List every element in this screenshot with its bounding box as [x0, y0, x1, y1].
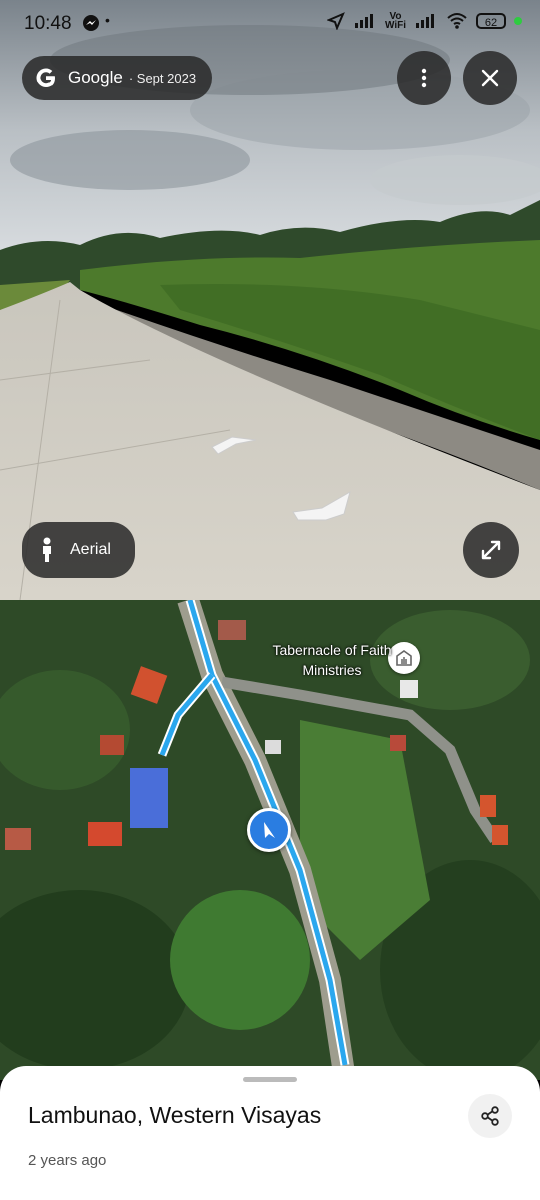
notification-dot-icon: • — [105, 12, 110, 28]
messenger-icon — [83, 15, 99, 31]
status-bar: 10:48 • Vo WiFi 62 — [0, 0, 540, 48]
battery-indicator: 62 — [476, 13, 506, 29]
location-arrow-icon — [326, 12, 345, 30]
close-icon — [481, 69, 499, 87]
satellite-map[interactable]: Tabernacle of Faith Ministries — [0, 600, 540, 1080]
expand-icon — [481, 540, 501, 560]
pegman-icon — [43, 537, 51, 562]
place-bottom-sheet[interactable]: Lambunao, Western Visayas 2 years ago — [0, 1066, 540, 1200]
provider-label: Google — [68, 68, 123, 87]
vowifi-label: Vo WiFi — [384, 11, 406, 31]
aerial-toggle-button[interactable]: Aerial — [22, 522, 135, 578]
current-location-marker — [247, 808, 291, 852]
privacy-indicator-dot — [514, 17, 522, 25]
signal-icon-2 — [416, 14, 434, 28]
close-button[interactable] — [463, 51, 517, 105]
share-button[interactable] — [468, 1094, 512, 1138]
drag-handle[interactable] — [243, 1077, 297, 1082]
more-options-button[interactable] — [397, 51, 451, 105]
aerial-label: Aerial — [70, 541, 111, 558]
google-g-icon — [36, 68, 55, 87]
wifi-icon — [447, 13, 467, 29]
place-title: Lambunao, Western Visayas — [28, 1102, 322, 1128]
capture-date: · Sept 2023 — [128, 70, 197, 86]
navigation-arrow-icon — [264, 822, 275, 838]
place-label[interactable]: Tabernacle of Faith Ministries — [262, 640, 402, 680]
signal-icon — [354, 14, 373, 28]
imagery-age: 2 years ago — [28, 1152, 107, 1169]
status-time: 10:48 — [24, 13, 72, 34]
more-vert-icon — [421, 68, 427, 88]
expand-button[interactable] — [463, 522, 519, 578]
share-icon — [481, 1106, 499, 1126]
imagery-source-pill[interactable]: Google · Sept 2023 — [22, 56, 213, 100]
